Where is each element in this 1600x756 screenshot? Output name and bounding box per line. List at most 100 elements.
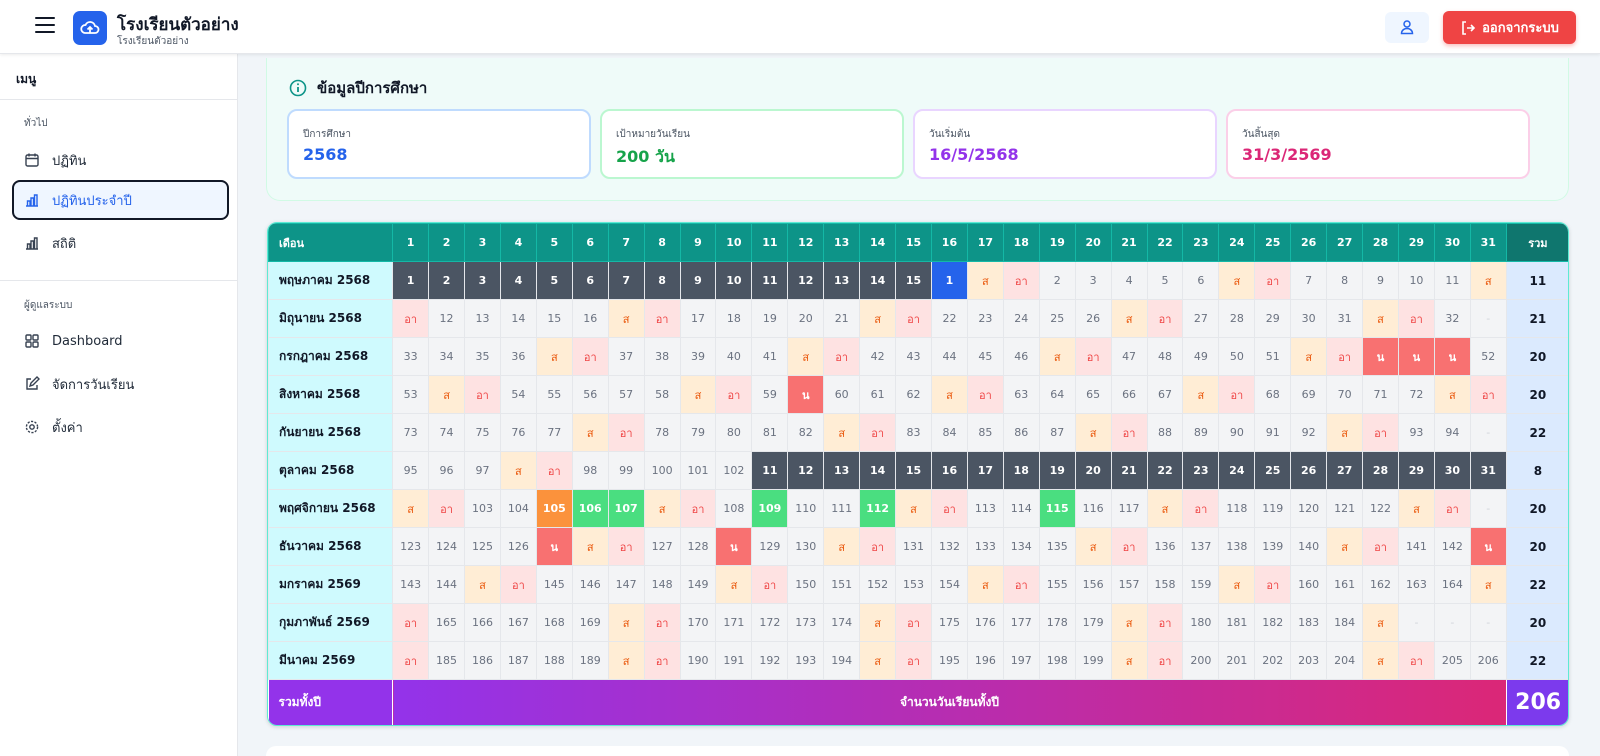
day-cell[interactable]: 178 [1038, 603, 1076, 642]
day-cell[interactable]: 11 [1433, 261, 1471, 300]
day-cell[interactable]: อา [607, 527, 645, 566]
day-cell[interactable]: 6 [1182, 261, 1220, 300]
day-cell[interactable]: 14 [859, 451, 897, 490]
day-cell[interactable]: 11 [751, 451, 789, 490]
day-cell[interactable]: 19 [1038, 451, 1076, 490]
day-cell[interactable]: 126 [499, 527, 537, 566]
day-cell[interactable]: 44 [931, 337, 968, 376]
day-cell[interactable]: 18 [1002, 451, 1040, 490]
day-cell[interactable]: 147 [607, 565, 645, 604]
day-cell[interactable]: 176 [966, 603, 1004, 642]
day-cell[interactable]: 154 [931, 565, 968, 604]
menu-icon[interactable] [35, 17, 55, 37]
day-cell[interactable]: 15 [895, 451, 932, 490]
day-cell[interactable]: 3 [1074, 261, 1112, 300]
day-cell[interactable]: อา [1397, 299, 1435, 338]
day-cell[interactable]: 108 [715, 489, 753, 528]
sidebar-item-annual-calendar[interactable]: ปฏิทินประจำปี [12, 180, 229, 220]
day-cell[interactable]: - [1433, 603, 1471, 642]
day-cell[interactable]: 125 [464, 527, 501, 566]
day-cell[interactable]: 152 [859, 565, 897, 604]
day-cell[interactable]: ส [643, 489, 681, 528]
day-cell[interactable]: 25 [1038, 299, 1076, 338]
day-cell[interactable]: น [715, 527, 753, 566]
day-cell[interactable]: 202 [1254, 641, 1292, 680]
day-cell[interactable]: 196 [966, 641, 1004, 680]
day-cell[interactable]: 26 [1290, 451, 1328, 490]
day-cell[interactable]: 146 [571, 565, 609, 604]
day-cell[interactable]: อา [1146, 641, 1184, 680]
day-cell[interactable]: 131 [895, 527, 932, 566]
day-cell[interactable]: - [1469, 489, 1507, 528]
day-cell[interactable]: 169 [571, 603, 609, 642]
day-cell[interactable]: 19 [751, 299, 789, 338]
day-cell[interactable]: 30 [1290, 299, 1328, 338]
day-cell[interactable]: อา [392, 603, 430, 642]
day-cell[interactable]: 8 [643, 261, 681, 300]
day-cell[interactable]: 174 [823, 603, 861, 642]
day-cell[interactable]: 42 [859, 337, 897, 376]
day-cell[interactable]: อา [895, 603, 932, 642]
day-cell[interactable]: 104 [499, 489, 537, 528]
day-cell[interactable]: 113 [966, 489, 1004, 528]
day-cell[interactable]: 195 [931, 641, 968, 680]
day-cell[interactable]: 7 [1290, 261, 1328, 300]
day-cell[interactable]: 12 [787, 451, 825, 490]
day-cell[interactable]: 132 [931, 527, 968, 566]
day-cell[interactable]: อา [499, 565, 537, 604]
day-cell[interactable]: 14 [499, 299, 537, 338]
day-cell[interactable]: 105 [535, 489, 573, 528]
day-cell[interactable]: 83 [895, 413, 932, 452]
day-cell[interactable]: 31 [1326, 299, 1364, 338]
day-cell[interactable]: 23 [1182, 451, 1220, 490]
day-cell[interactable]: ส [1397, 489, 1435, 528]
day-cell[interactable]: 190 [679, 641, 717, 680]
day-cell[interactable]: 133 [966, 527, 1004, 566]
day-cell[interactable]: 73 [392, 413, 430, 452]
day-cell[interactable]: 33 [392, 337, 430, 376]
day-cell[interactable]: ส [607, 299, 645, 338]
day-cell[interactable]: 148 [643, 565, 681, 604]
sidebar-item-settings[interactable]: ตั้งค่า [12, 407, 229, 447]
day-cell[interactable]: 17 [679, 299, 717, 338]
day-cell[interactable]: 100 [643, 451, 681, 490]
day-cell[interactable]: อา [643, 603, 681, 642]
day-cell[interactable]: 7 [607, 261, 645, 300]
day-cell[interactable]: อา [392, 299, 430, 338]
day-cell[interactable]: อา [428, 489, 466, 528]
day-cell[interactable]: 84 [931, 413, 968, 452]
day-cell[interactable]: - [1469, 603, 1507, 642]
day-cell[interactable]: 193 [787, 641, 825, 680]
day-cell[interactable]: 96 [428, 451, 466, 490]
day-cell[interactable]: 117 [1110, 489, 1148, 528]
day-cell[interactable]: 52 [1469, 337, 1507, 376]
day-cell[interactable]: อา [643, 641, 681, 680]
day-cell[interactable]: ส [1110, 299, 1148, 338]
day-cell[interactable]: 13 [823, 451, 861, 490]
day-cell[interactable]: - [1397, 603, 1435, 642]
day-cell[interactable]: 22 [1146, 451, 1184, 490]
day-cell[interactable]: 137 [1182, 527, 1220, 566]
day-cell[interactable]: 183 [1290, 603, 1328, 642]
day-cell[interactable]: ส [859, 299, 897, 338]
day-cell[interactable]: 153 [895, 565, 932, 604]
day-cell[interactable]: 198 [1038, 641, 1076, 680]
day-cell[interactable]: 51 [1254, 337, 1292, 376]
user-profile-button[interactable] [1385, 12, 1429, 43]
day-cell[interactable]: 13 [823, 261, 861, 300]
day-cell[interactable]: ส [859, 603, 897, 642]
day-cell[interactable]: 95 [392, 451, 430, 490]
day-cell[interactable]: 119 [1254, 489, 1292, 528]
day-cell[interactable]: 29 [1397, 451, 1435, 490]
day-cell[interactable]: 91 [1254, 413, 1292, 452]
day-cell[interactable]: ส [895, 489, 932, 528]
day-cell[interactable]: 186 [464, 641, 501, 680]
day-cell[interactable]: 22 [931, 299, 968, 338]
day-cell[interactable]: 17 [966, 451, 1004, 490]
day-cell[interactable]: 9 [679, 261, 717, 300]
day-cell[interactable]: 109 [751, 489, 789, 528]
day-cell[interactable]: 78 [643, 413, 681, 452]
day-cell[interactable]: 114 [1002, 489, 1040, 528]
day-cell[interactable]: 197 [1002, 641, 1040, 680]
day-cell[interactable]: 171 [715, 603, 753, 642]
